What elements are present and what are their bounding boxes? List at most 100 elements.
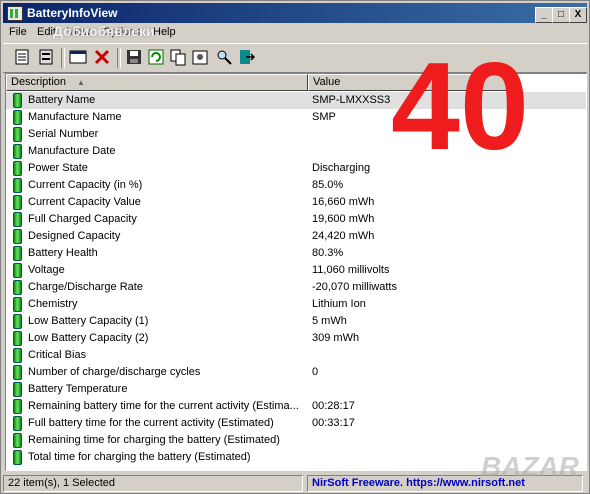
app-icon [7, 6, 23, 21]
battery-icon [13, 161, 22, 176]
row-description: Voltage [28, 264, 65, 276]
row-value: 00:28:17 [312, 400, 355, 412]
row-description: Designed Capacity [28, 230, 121, 242]
row-value: SMP-LMXXSS3 [312, 94, 391, 106]
save-icon[interactable] [125, 48, 143, 66]
delete-icon[interactable] [93, 48, 111, 66]
battery-log-icon[interactable] [37, 48, 55, 66]
refresh-icon[interactable] [147, 48, 165, 66]
battery-icon [13, 246, 22, 261]
row-value: 85.0% [312, 179, 344, 191]
battery-icon [13, 229, 22, 244]
battery-icon [13, 348, 22, 363]
maximize-button[interactable]: □ [552, 7, 570, 23]
status-item-count: 22 item(s), 1 Selected [3, 475, 303, 492]
row-description: Low Battery Capacity (1) [28, 315, 149, 327]
list-item[interactable]: Full Charged Capacity 19,600 mWh [6, 211, 586, 228]
row-description: Chemistry [28, 298, 78, 310]
html-report-icon[interactable] [69, 48, 87, 66]
list-item[interactable]: Low Battery Capacity (2) 309 mWh [6, 330, 586, 347]
row-value: 19,600 mWh [312, 213, 375, 225]
row-value: 80.3% [312, 247, 344, 259]
battery-icon [13, 195, 22, 210]
row-description: Number of charge/discharge cycles [28, 366, 201, 378]
row-description: Total time for charging the battery (Est… [28, 451, 251, 463]
battery-icon [13, 127, 22, 142]
row-value: Lithium Ion [312, 298, 366, 310]
battery-icon [13, 212, 22, 227]
properties-icon[interactable] [13, 48, 31, 66]
list-item[interactable]: Battery Health 80.3% [6, 245, 586, 262]
battery-icon [13, 178, 22, 193]
battery-icon [13, 331, 22, 346]
battery-icon [13, 365, 22, 380]
find-icon[interactable] [215, 48, 233, 66]
row-value: 309 mWh [312, 332, 360, 344]
battery-icon [13, 280, 22, 295]
list-item[interactable]: Current Capacity Value 16,660 mWh [6, 194, 586, 211]
battery-icon [13, 314, 22, 329]
battery-icon [13, 399, 22, 414]
menu-help[interactable]: Help [153, 26, 176, 38]
battery-icon [13, 93, 22, 108]
exit-icon[interactable] [237, 48, 255, 66]
title-bar: BatteryInfoView _ □ X [3, 3, 587, 23]
row-value: 0 [312, 366, 319, 378]
list-item[interactable]: Designed Capacity 24,420 mWh [6, 228, 586, 245]
list-item[interactable]: Current Capacity (in %) 85.0% [6, 177, 586, 194]
row-description: Battery Health [28, 247, 98, 259]
watermark-text: Добиобявлеки [53, 23, 155, 39]
list-item[interactable]: Remaining battery time for the current a… [6, 398, 586, 415]
row-value: SMP [312, 111, 336, 123]
list-item[interactable]: Voltage 11,060 millivolts [6, 262, 586, 279]
battery-icon [13, 450, 22, 465]
list-item[interactable]: Critical Bias [6, 347, 586, 364]
row-description: Charge/Discharge Rate [28, 281, 143, 293]
sort-arrow-icon: ▲ [77, 78, 85, 87]
corner-watermark: BAZAR [481, 451, 579, 482]
column-header-description[interactable]: Description ▲ [6, 74, 308, 91]
row-value: 24,420 mWh [312, 230, 375, 242]
row-description: Remaining time for charging the battery … [28, 434, 280, 446]
list-item[interactable]: Charge/Discharge Rate -20,070 milliwatts [6, 279, 586, 296]
battery-icon [13, 144, 22, 159]
minimize-button[interactable]: _ [535, 7, 553, 23]
row-description: Remaining battery time for the current a… [28, 400, 299, 412]
window-title: BatteryInfoView [27, 6, 118, 20]
row-value: 5 mWh [312, 315, 347, 327]
options-icon[interactable] [191, 48, 209, 66]
toolbar-separator [61, 48, 65, 68]
row-value: -20,070 milliwatts [312, 281, 397, 293]
row-description: Low Battery Capacity (2) [28, 332, 149, 344]
row-description: Battery Temperature [28, 383, 128, 395]
battery-icon [13, 263, 22, 278]
battery-icon [13, 297, 22, 312]
row-description: Current Capacity Value [28, 196, 141, 208]
row-description: Full battery time for the current activi… [28, 417, 274, 429]
row-value: Discharging [312, 162, 371, 174]
list-item[interactable]: Low Battery Capacity (1) 5 mWh [6, 313, 586, 330]
copy-icon[interactable] [169, 48, 187, 66]
battery-icon [13, 382, 22, 397]
battery-icon [13, 416, 22, 431]
row-description: Manufacture Date [28, 145, 116, 157]
menu-file[interactable]: File [9, 26, 27, 38]
row-value: 00:33:17 [312, 417, 355, 429]
row-description: Critical Bias [28, 349, 87, 361]
toolbar-separator [117, 48, 121, 68]
battery-icon [13, 433, 22, 448]
row-description: Current Capacity (in %) [28, 179, 143, 191]
row-value: 11,060 millivolts [312, 264, 390, 276]
close-button[interactable]: X [569, 7, 587, 23]
battery-icon [13, 110, 22, 125]
row-description: Serial Number [28, 128, 99, 140]
list-item[interactable]: Number of charge/discharge cycles 0 [6, 364, 586, 381]
list-item[interactable]: Chemistry Lithium Ion [6, 296, 586, 313]
row-value: 16,660 mWh [312, 196, 375, 208]
list-item[interactable]: Full battery time for the current activi… [6, 415, 586, 432]
list-item[interactable]: Battery Temperature [6, 381, 586, 398]
list-item[interactable]: Remaining time for charging the battery … [6, 432, 586, 449]
app-window: BatteryInfoView _ □ X File Edit View Opt… [0, 0, 590, 494]
row-description: Manufacture Name [28, 111, 122, 123]
row-description: Full Charged Capacity [28, 213, 137, 225]
